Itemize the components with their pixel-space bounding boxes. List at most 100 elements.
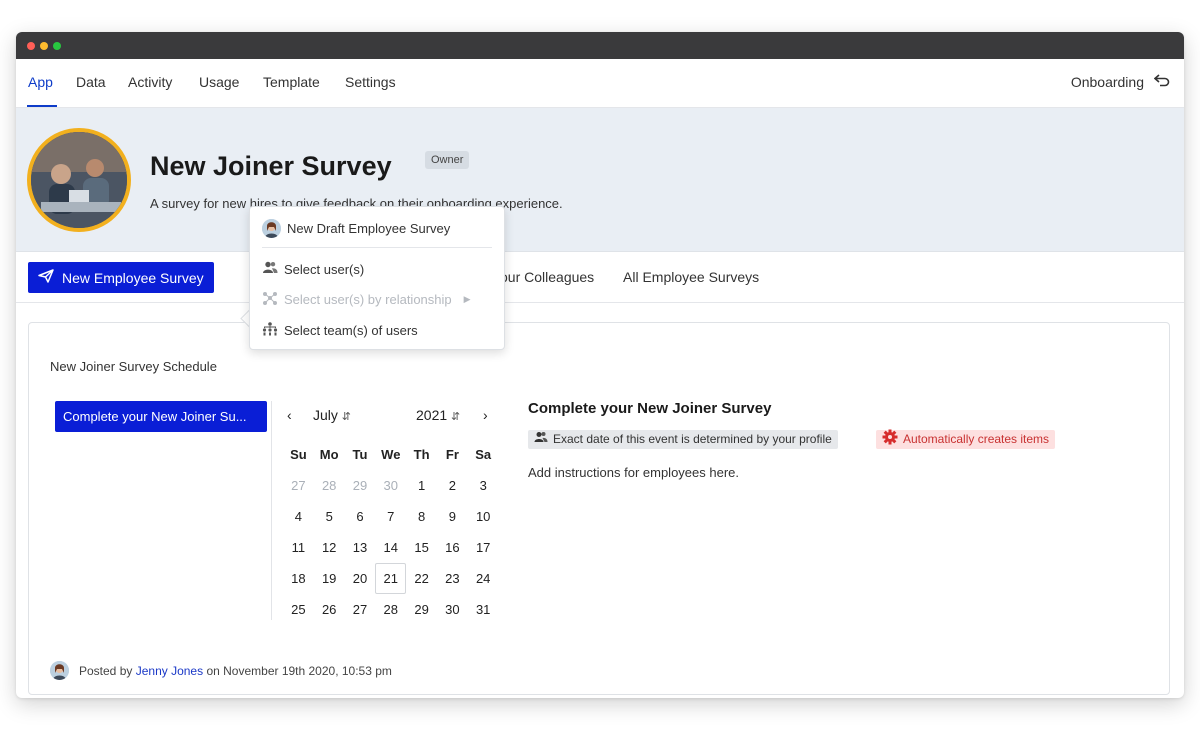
survey-avatar	[27, 128, 131, 232]
calendar-day[interactable]: 29	[406, 600, 437, 631]
users-icon	[262, 261, 278, 277]
minimize-window-button[interactable]	[40, 42, 48, 50]
author-link[interactable]: Jenny Jones	[136, 664, 203, 678]
tab-activity[interactable]: Activity	[128, 74, 172, 90]
page-title: New Joiner Survey	[150, 151, 392, 181]
dropdown-item-select-users[interactable]: Select user(s)	[262, 261, 364, 277]
calendar-day[interactable]: 18	[283, 569, 314, 600]
dropdown-header-label: New Draft Employee Survey	[287, 221, 451, 236]
dropdown-divider	[262, 247, 492, 248]
tab-data[interactable]: Data	[76, 74, 106, 90]
send-icon	[38, 269, 54, 286]
weekday-label: Fr	[445, 447, 459, 462]
calendar-day[interactable]: 10	[468, 507, 499, 538]
event-button[interactable]: Complete your New Joiner Su...	[55, 401, 267, 432]
calendar-day[interactable]: 27	[345, 600, 376, 631]
tab-template[interactable]: Template	[263, 74, 320, 90]
select-by-relationship-label: Select user(s) by relationship	[284, 292, 452, 307]
select-teams-label: Select team(s) of users	[284, 323, 418, 338]
author-avatar	[262, 219, 281, 238]
relationship-icon	[262, 291, 278, 308]
weekday-label: Th	[413, 447, 430, 462]
tab-usage[interactable]: Usage	[199, 74, 239, 90]
calendar-day[interactable]: 26	[314, 600, 345, 631]
post-footer: Posted by Jenny Jones on November 19th 2…	[50, 661, 392, 680]
calendar-day[interactable]: 24	[468, 569, 499, 600]
calendar-week-row: 25 26 27 28 29 30 31	[283, 600, 499, 631]
auto-create-tag-label: Automatically creates items	[903, 432, 1050, 446]
event-title: Complete your New Joiner Survey	[528, 400, 772, 417]
new-employee-survey-button[interactable]: New Employee Survey	[28, 262, 214, 293]
calendar-header: ‹ July ⇵ 2021 ⇵ ›	[287, 407, 497, 427]
tab-settings[interactable]: Settings	[345, 74, 396, 90]
calendar-day[interactable]: 30	[375, 476, 406, 507]
top-nav: App Data Activity Usage Template Setting…	[16, 59, 1184, 108]
calendar-day[interactable]: 20	[345, 569, 376, 600]
calendar-day[interactable]: 29	[345, 476, 376, 507]
auto-create-tag: Automatically creates items	[876, 429, 1056, 451]
chevron-left-icon[interactable]: ‹	[287, 407, 292, 423]
calendar-day[interactable]: 12	[314, 538, 345, 569]
calendar-day[interactable]: 6	[345, 507, 376, 538]
dropdown-item-new-draft[interactable]: New Draft Employee Survey	[262, 219, 450, 238]
onboarding-back-link[interactable]: Onboarding	[1071, 73, 1170, 90]
calendar-day[interactable]: 28	[314, 476, 345, 507]
weekday-label: Sa	[475, 447, 492, 462]
calendar-day[interactable]: 16	[437, 538, 468, 569]
calendar-day[interactable]: 21	[375, 563, 407, 594]
calendar-day[interactable]: 1	[406, 476, 437, 507]
weekday-label: Su	[290, 447, 307, 462]
close-window-button[interactable]	[27, 42, 35, 50]
calendar-day[interactable]: 7	[375, 507, 406, 538]
calendar-day[interactable]: 23	[437, 569, 468, 600]
calendar-day[interactable]: 25	[283, 600, 314, 631]
year-select[interactable]: 2021 ⇵	[416, 407, 460, 423]
select-users-label: Select user(s)	[284, 261, 365, 277]
calendar-day[interactable]: 27	[283, 476, 314, 507]
calendar-day[interactable]: 11	[283, 538, 314, 569]
tab-app[interactable]: App	[28, 74, 53, 90]
calendar-day[interactable]: 19	[314, 569, 345, 600]
weekday-label: Tu	[352, 447, 368, 462]
dropdown-item-select-teams[interactable]: Select team(s) of users	[262, 322, 418, 339]
month-select[interactable]: July ⇵	[313, 407, 351, 423]
calendar-day[interactable]: 3	[468, 476, 499, 507]
calendar-grid: Su Mo Tu We Th Fr Sa 27 28 29 30 1 2 3 4 5 6 7 8 9 10 11 12 13 1…	[283, 445, 499, 631]
sort-icon: ⇵	[341, 411, 352, 423]
calendar-day[interactable]: 8	[406, 507, 437, 538]
profile-date-tag: Exact date of this event is determined b…	[528, 430, 838, 449]
gear-icon	[882, 429, 898, 451]
calendar-day[interactable]: 28	[375, 600, 406, 631]
calendar-day[interactable]: 15	[406, 538, 437, 569]
calendar-day[interactable]: 30	[437, 600, 468, 631]
calendar-day[interactable]: 22	[406, 569, 437, 600]
weekday-label: Mo	[319, 447, 339, 462]
active-tab-indicator	[27, 105, 57, 107]
profile-date-tag-label: Exact date of this event is determined b…	[553, 432, 832, 446]
weekday-header-row: Su Mo Tu We Th Fr Sa	[283, 445, 499, 476]
maximize-window-button[interactable]	[53, 42, 61, 50]
calendar-day[interactable]: 31	[468, 600, 499, 631]
team-icon	[262, 322, 278, 339]
calendar-day[interactable]: 2	[437, 476, 468, 507]
calendar-day[interactable]: 9	[437, 507, 468, 538]
tab-colleagues[interactable]: our Colleagues	[500, 269, 594, 285]
onboarding-label: Onboarding	[1070, 73, 1144, 90]
calendar-day[interactable]: 13	[345, 538, 376, 569]
weekday-label: We	[381, 447, 401, 462]
schedule-label: New Joiner Survey Schedule	[50, 359, 217, 374]
new-survey-dropdown: New Draft Employee Survey Select user(s)…	[249, 206, 505, 350]
sort-icon: ⇵	[451, 411, 461, 423]
schedule-card: New Joiner Survey Schedule Complete your…	[28, 322, 1170, 695]
sub-nav: New Employee Survey our Colleagues All E…	[16, 252, 1184, 303]
calendar-divider	[271, 401, 272, 620]
calendar-day[interactable]: 5	[314, 507, 345, 538]
calendar-day[interactable]: 17	[468, 538, 499, 569]
calendar-week-row: 4 5 6 7 8 9 10	[283, 507, 499, 538]
calendar-week-row: 27 28 29 30 1 2 3	[283, 476, 499, 507]
chevron-right-icon[interactable]: ›	[483, 407, 488, 423]
window-titlebar	[16, 32, 1184, 59]
calendar-day[interactable]: 4	[283, 507, 314, 538]
author-avatar	[50, 661, 69, 680]
tab-all-employee-surveys[interactable]: All Employee Surveys	[623, 269, 759, 285]
